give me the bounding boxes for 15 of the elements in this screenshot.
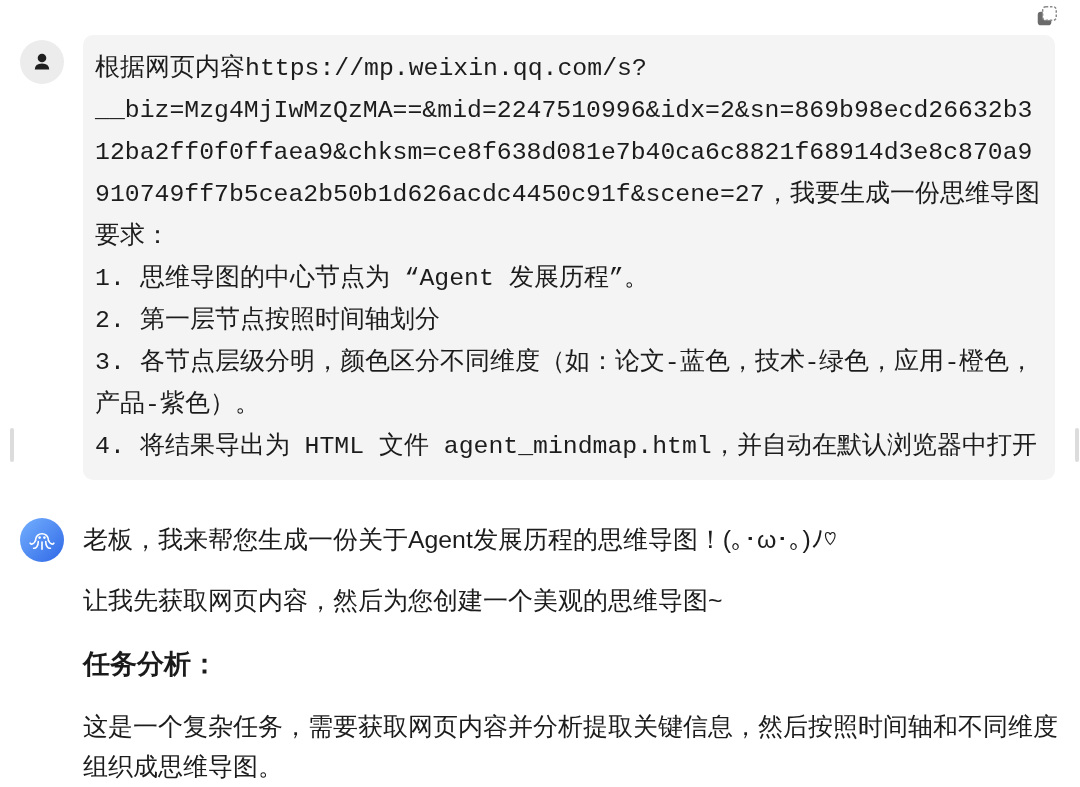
message-text: 要求： bbox=[95, 221, 171, 252]
copy-icon[interactable] bbox=[1037, 6, 1057, 26]
resize-handle[interactable] bbox=[10, 428, 14, 462]
person-avatar-icon bbox=[20, 40, 64, 84]
message-text: 4. 将结果导出为 HTML 文件 agent_mindmap.html，并自动在默认浏览器中打开 bbox=[95, 431, 1038, 462]
message-text: 老板，我来帮您生成一份关于Agent发展历程的思维导图！(｡･ω･｡)ﾉ♡ bbox=[83, 525, 838, 555]
message-text: 3. 各节点层级分明，颜色区分不同维度（如：论文-蓝色，技术-绿色，应用-橙色，产品-紫色）。 bbox=[95, 347, 1036, 420]
message-text: 根据网页内容https://mp.weixin.qq.com/s?__biz=Mzg4MjIwMzQzMA==&mid=2247510996&idx=2&sn=869b98ecd26632b312ba2ff0f0ffaea9&chksm=ce8f638d081e7b40ca6c8821f68914d3e8c870a9910749ff7b5cea2b50b1d626acdc4450c91f&scene=27，我要生成一份思维导图 bbox=[95, 53, 1041, 210]
message-text: 这是一个复杂任务，需要获取网页内容并分析提取关键信息，然后按照时间轴和不同维度组织成思维导图。 bbox=[83, 712, 1058, 782]
message-text: 2. 第一层节点按照时间轴划分 bbox=[95, 305, 441, 336]
message-text: 让我先获取网页内容，然后为您创建一个美观的思维导图~ bbox=[83, 586, 724, 616]
message-text: 1. 思维导图的中心节点为 “Agent 发展历程”。 bbox=[95, 263, 650, 294]
resize-handle[interactable] bbox=[1075, 428, 1079, 462]
octopus-avatar-icon bbox=[20, 518, 64, 562]
section-heading: 任务分析： bbox=[83, 648, 219, 681]
